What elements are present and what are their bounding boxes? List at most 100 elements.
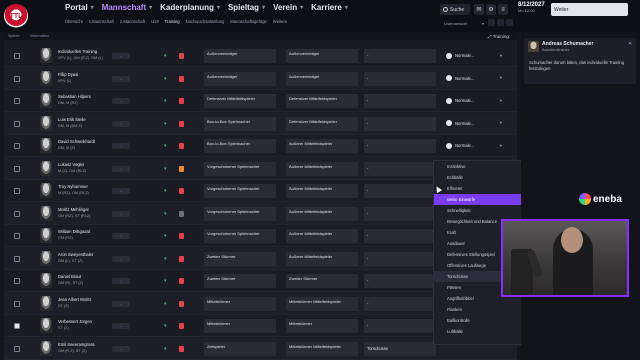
- dropdown-option[interactable]: Elfmeter: [434, 183, 521, 194]
- player-name[interactable]: Moritz Mehlinger: [58, 207, 89, 212]
- subnav-1-mannschaft[interactable]: 1.Mannschaft: [89, 19, 114, 24]
- search-button[interactable]: Suche: [440, 4, 470, 15]
- intensity-select[interactable]: Normale... ▾: [446, 140, 502, 151]
- role-select-primary[interactable]: Vorgeschobener Spielmacher: [204, 161, 276, 176]
- role-select-primary[interactable]: Box-to-Box Spielmacher: [204, 139, 276, 153]
- role-select-primary[interactable]: Defensiver Mittelfeldspieler: [204, 94, 276, 108]
- role-select-secondary[interactable]: Außenverteidiger: [286, 71, 358, 86]
- row-checkbox[interactable]: [14, 233, 20, 239]
- role-select-secondary[interactable]: Außerer Mittelfeldspieler: [286, 139, 358, 153]
- row-checkbox[interactable]: [14, 120, 20, 127]
- role-select-primary[interactable]: Box-to-Box Spielmacher: [204, 116, 276, 131]
- training-focus-select[interactable]: -: [364, 206, 436, 221]
- player-name[interactable]: Troy Nyhammer: [58, 184, 88, 189]
- role-select-secondary[interactable]: Äußerer Mittelfeldspieler: [286, 229, 358, 243]
- intensity-select[interactable]: Normale... ▾: [446, 118, 502, 129]
- training-focus-select[interactable]: -: [364, 229, 436, 243]
- subnav-training[interactable]: Training: [165, 19, 180, 24]
- role-select-primary[interactable]: Zweiter Stürmer: [204, 274, 276, 288]
- menu-icon[interactable]: ≡: [498, 4, 508, 15]
- row-checkbox[interactable]: [14, 300, 20, 307]
- role-select-primary[interactable]: Außenverteidiger: [204, 49, 276, 63]
- nav-mannschaft[interactable]: Mannschaft ▾: [102, 3, 160, 12]
- table-row[interactable]: Sebastian Hilpers DM, M (RZ) - ▾ Defensiver …: [4, 90, 517, 112]
- dropdown-option[interactable]: Ballkontrolle: [434, 315, 521, 326]
- subnav-nachwuchs[interactable]: Nachwuchsabteilung: [186, 19, 225, 24]
- role-select-primary[interactable]: Mittelstürmer: [204, 319, 276, 333]
- row-checkbox[interactable]: [14, 210, 20, 217]
- row-checkbox[interactable]: [14, 143, 20, 149]
- role-select-secondary[interactable]: Äußerer Mittelfeldspieler: [286, 251, 358, 266]
- role-select-secondary[interactable]: Zweiter Stürmer: [286, 274, 358, 288]
- inbox-icon[interactable]: ✉: [474, 4, 484, 15]
- player-name[interactable]: William Dilsgaard: [58, 229, 90, 234]
- subnav-mannschaftsgefuege[interactable]: Mannschaftsgefüge: [230, 19, 267, 24]
- row-checkbox[interactable]: [14, 323, 20, 329]
- training-focus-select[interactable]: -: [364, 319, 436, 333]
- subnav-2-mannschaft[interactable]: 2.Mannschaft: [120, 19, 145, 24]
- dropdown-option[interactable]: Luftbälle: [434, 326, 521, 337]
- nav-verein[interactable]: Verein ▾: [273, 3, 311, 12]
- filter-icon[interactable]: [488, 19, 495, 26]
- player-name[interactable]: Individuelles Training: [58, 49, 97, 54]
- columns-icon[interactable]: [497, 19, 504, 26]
- dropdown-option[interactable]: Instinktive: [434, 161, 521, 172]
- dropdown-option[interactable]: Weite Einwürfe: [434, 194, 521, 205]
- role-select-primary[interactable]: Mittelstürmer: [204, 296, 276, 311]
- row-checkbox[interactable]: [14, 188, 20, 194]
- intensity-select[interactable]: Normale... ▾: [446, 95, 502, 106]
- player-name[interactable]: Verbessert Jürgen: [58, 319, 92, 324]
- role-select-secondary[interactable]: Mittelstürmer Mittelfeldspieler: [286, 296, 358, 311]
- nav-spieltag[interactable]: Spieltag ▾: [228, 3, 273, 12]
- training-focus-select[interactable]: -: [364, 71, 436, 86]
- table-row[interactable]: David Schweikhardt DM, M (Z) - ▾ Box-to-Box …: [4, 135, 517, 157]
- nav-kaderplanung[interactable]: Kaderplanung ▾: [160, 3, 228, 12]
- training-focus-select[interactable]: Torschüsse: [364, 341, 436, 356]
- view-select[interactable]: Listenansicht ▾: [444, 19, 484, 27]
- training-focus-select[interactable]: -: [364, 139, 436, 153]
- role-select-primary[interactable]: Zielspieler: [204, 341, 276, 356]
- role-select-primary[interactable]: Zweiter Stürmer: [204, 251, 276, 266]
- dropdown-option[interactable]: Flanken: [434, 304, 521, 315]
- row-checkbox[interactable]: [14, 98, 20, 104]
- training-focus-select[interactable]: -: [364, 184, 436, 198]
- player-name[interactable]: Jean Albert Moritz: [58, 297, 92, 302]
- nav-karriere[interactable]: Karriere ▾: [311, 3, 356, 12]
- subnav-u19[interactable]: U19: [151, 19, 159, 24]
- continue-button[interactable]: Weiter: [551, 3, 628, 16]
- player-name[interactable]: Lukasz Vogler: [58, 162, 84, 167]
- table-row[interactable]: Fillip Dyasi VPV (L) - ▾ Außenverteidiger Auß…: [4, 67, 517, 90]
- training-focus-select[interactable]: -: [364, 94, 436, 108]
- table-row[interactable]: Luis Erik Steile DM, M (DM Z) - ▾ Box-to-Box…: [4, 112, 517, 135]
- player-name[interactable]: Luis Erik Steile: [58, 117, 86, 122]
- role-select-secondary[interactable]: Defensiver Mittelfeldspieler: [286, 94, 358, 108]
- role-select-secondary[interactable]: Äußerer Mittelfeldspieler: [286, 206, 358, 221]
- training-focus-select[interactable]: -: [364, 161, 436, 176]
- training-focus-select[interactable]: -: [364, 49, 436, 63]
- subnav-uebersicht[interactable]: Übersicht: [65, 19, 83, 24]
- table-row[interactable]: Individuelles Training VPV (L), OM (R,Z),…: [4, 45, 517, 67]
- player-name[interactable]: Emil Seeeramgross: [58, 342, 95, 347]
- player-name[interactable]: Daniel Braut: [58, 274, 81, 279]
- player-name[interactable]: Sebastian Hilpers: [58, 94, 91, 99]
- intensity-select[interactable]: Normale... ▾: [446, 73, 502, 84]
- training-focus-select[interactable]: -: [364, 296, 436, 311]
- player-name[interactable]: David Schweikhardt: [58, 139, 95, 144]
- role-select-primary[interactable]: Außenverteidiger: [204, 71, 276, 86]
- more-icon[interactable]: [506, 19, 513, 26]
- role-select-secondary[interactable]: Mittelstürmer Mittelfeldspieler: [286, 341, 358, 356]
- row-checkbox[interactable]: [14, 53, 20, 59]
- dropdown-option[interactable]: Eckbälle: [434, 172, 521, 183]
- header-player[interactable]: Spieler: [8, 34, 20, 38]
- dropdown-option[interactable]: Schnelligkeit: [434, 205, 521, 216]
- header-info[interactable]: Information: [30, 34, 49, 38]
- role-select-primary[interactable]: Vorgeschobener Spielmacher: [204, 184, 276, 198]
- club-logo[interactable]: TTL: [4, 4, 28, 28]
- row-checkbox[interactable]: [14, 165, 20, 172]
- role-select-secondary[interactable]: Defensiver Mittelfeldspieler: [286, 116, 358, 131]
- row-checkbox[interactable]: [14, 255, 20, 262]
- training-focus-select[interactable]: -: [364, 251, 436, 266]
- subnav-weitere[interactable]: Weitere: [273, 19, 287, 24]
- settings-icon[interactable]: ⚙: [486, 4, 496, 15]
- training-focus-select[interactable]: -: [364, 274, 436, 288]
